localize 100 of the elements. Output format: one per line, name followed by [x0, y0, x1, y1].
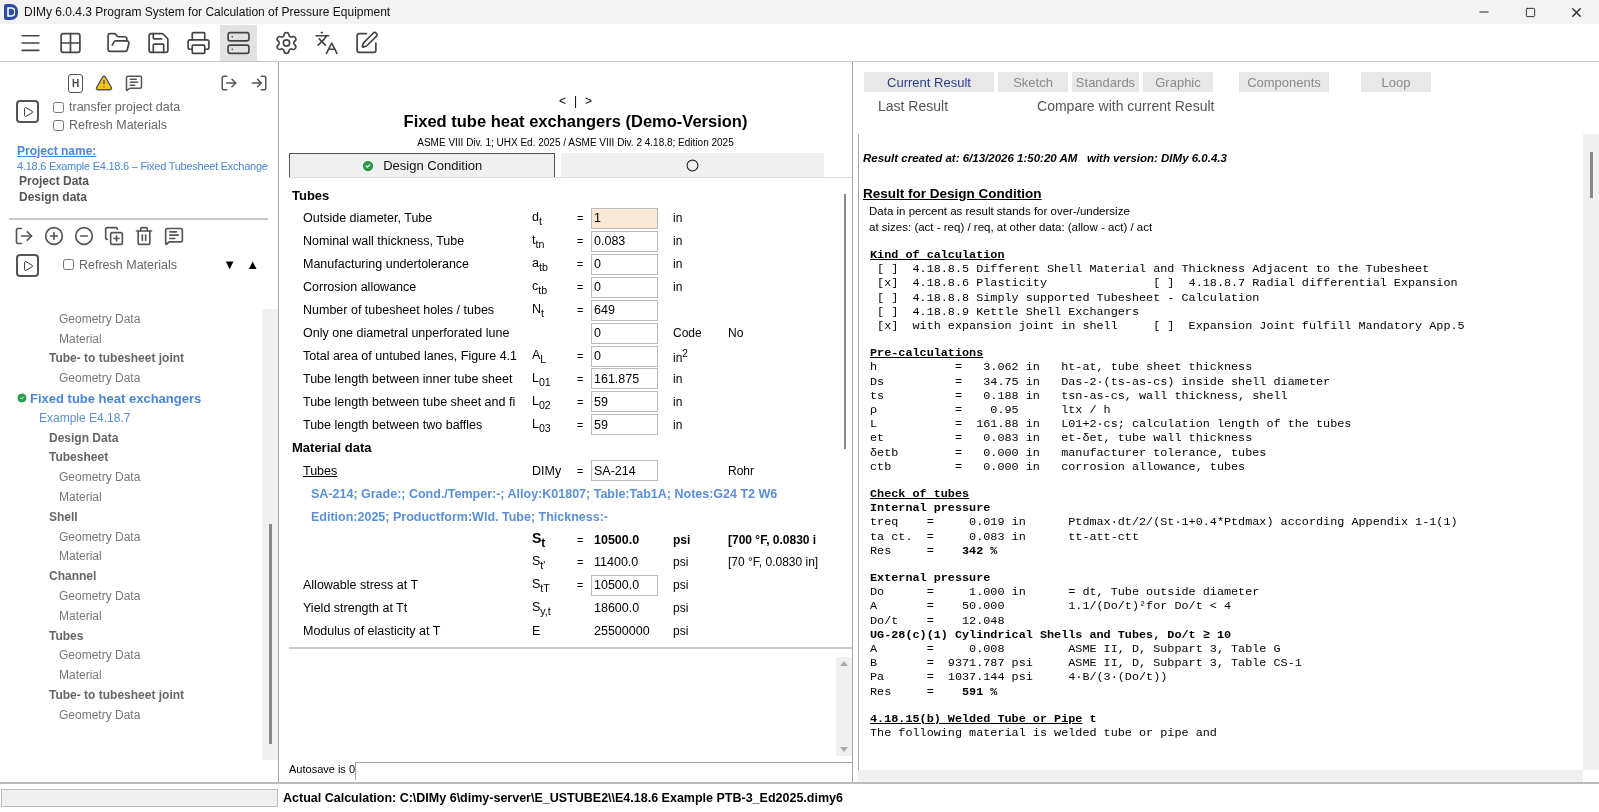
checkbox-label[interactable]: transfer project data [69, 100, 181, 114]
symbol: A$_{L}$ [532, 347, 548, 365]
unit: in [673, 394, 684, 409]
tree-item[interactable]: Material [0, 605, 262, 626]
unit: in [673, 211, 684, 226]
help-button[interactable]: H [68, 73, 83, 93]
report-heading: Check of tubes [869, 487, 971, 502]
value-field[interactable]: 1 [591, 207, 658, 229]
tree-item[interactable]: Design Data [0, 427, 262, 448]
comment-button[interactable] [125, 74, 143, 92]
value-text: 18600.0 [593, 601, 641, 616]
value-field[interactable]: 0 [591, 322, 658, 344]
tree-item[interactable]: Geometry Data [0, 645, 262, 666]
value-field[interactable]: 10500.0 [591, 574, 658, 596]
checkbox-label[interactable]: Refresh Materials [79, 257, 177, 272]
cabinet-button[interactable] [220, 24, 257, 61]
status-text: Actual Calculation: C:\DIMy 6\dimy-server\E_USTUBE2\\E4.18.6 Example PTB-3_Ed2025.dimy6 [282, 791, 843, 805]
comment-button[interactable] [164, 226, 184, 246]
report-line: The following material is welded tube or pipe and [869, 726, 1218, 741]
value-field[interactable]: 161.875 [591, 368, 658, 390]
next-button[interactable]: > [585, 94, 593, 108]
project-item[interactable]: Project Data [17, 174, 90, 188]
value-field[interactable]: 0 [591, 253, 658, 275]
tree-item[interactable]: Geometry Data [0, 704, 262, 725]
report-line: treq = 0.019 in Ptdmax·dt/2/(St·1+0.4*Ptdmax) according Appendix 1-1(1) [869, 515, 1459, 530]
remove-button[interactable] [74, 226, 94, 246]
symbol: E [532, 624, 542, 639]
material-description: Edition:2025; Productform:Wld. Tube; Thickness:- [310, 508, 609, 526]
tree-item[interactable]: Example E4.18.7 [0, 408, 262, 428]
field-label: Nominal wall thickness, Tube [303, 234, 466, 249]
report-line: A = 0.008 ASME II, D, Subpart 3, Table G [869, 642, 1282, 657]
form-title: Fixed tube heat exchangers (Demo-Version) [402, 112, 749, 131]
warning-button[interactable] [95, 74, 113, 92]
field-label: Corrosion allowance [303, 280, 418, 295]
tree-item[interactable]: Geometry Data [0, 368, 262, 389]
condition-tab[interactable]: Design Condition [289, 153, 555, 177]
value-field[interactable]: 649 [591, 299, 658, 321]
play-icon [21, 259, 34, 272]
checkbox[interactable] [63, 259, 74, 270]
equals-sign: = [577, 212, 585, 225]
project-name-link[interactable]: Project name: [17, 144, 97, 158]
tree-item[interactable]: Shell [0, 506, 262, 527]
delete-button[interactable] [134, 226, 154, 246]
field-label: Tube length between inner tube sheet [303, 372, 514, 386]
value-field[interactable]: SA-214 [591, 460, 658, 482]
equals-sign: = [577, 373, 585, 385]
checkbox[interactable] [53, 101, 64, 113]
import-button[interactable] [250, 74, 268, 92]
tree-item[interactable]: Material [0, 328, 262, 349]
value-field[interactable]: 0.083 [591, 230, 658, 252]
tree-item[interactable]: Material [0, 546, 262, 567]
run-button[interactable] [16, 100, 39, 123]
run-button[interactable] [16, 254, 39, 277]
report-line: [x] 4.18.8.6 Plasticity [ ] 4.18.8.7 Radial differential Expansion [876, 276, 1459, 291]
symbol: t$_{tn}$ [532, 232, 546, 250]
value-field[interactable]: 0 [591, 345, 658, 367]
result-tab[interactable]: Current Result [864, 72, 994, 92]
tree-item[interactable]: Geometry Data [0, 526, 262, 547]
maximize-icon [1524, 6, 1536, 18]
value-field[interactable]: 59 [591, 414, 658, 436]
previous-button[interactable]: < [558, 94, 566, 108]
result-link[interactable]: Compare with current Result [1037, 98, 1215, 114]
section-title: Tubes [291, 186, 331, 205]
checkbox[interactable] [53, 119, 64, 131]
tree-item[interactable]: Tubes [0, 625, 262, 646]
move-down-button[interactable]: ▼ [218, 257, 242, 272]
result-link[interactable]: Last Result [878, 98, 949, 114]
scrollbar[interactable] [1583, 134, 1599, 770]
tree-item[interactable]: Geometry Data [0, 309, 262, 329]
duplicate-button[interactable] [104, 226, 124, 246]
scrollbar[interactable] [858, 770, 1583, 782]
move-up-button[interactable]: ▲ [241, 257, 264, 272]
report-heading: Pre-calculations [869, 346, 985, 361]
scrollbar[interactable] [262, 309, 278, 760]
report-line: ta ct. = 0.083 in tt-att-ctt [869, 529, 1140, 544]
tree-item[interactable]: Geometry Data [0, 586, 262, 606]
tree-item[interactable]: Tube- to tubesheet joint [0, 348, 262, 369]
report-heading: Result for Design Condition [863, 186, 1043, 201]
project-title: 4.18.6 Example E4.18.6 – Fixed Tubesheet Exchange [17, 160, 268, 172]
report-line: δetb = 0.000 in manufacturer tolerance, tubes [869, 445, 1268, 460]
symbol: S$_{y,t}$ [532, 600, 552, 617]
export-button[interactable] [14, 226, 34, 246]
value-field[interactable]: 59 [591, 391, 658, 413]
project-item[interactable]: Design data [17, 190, 87, 204]
tree-item[interactable]: Material [0, 487, 262, 507]
material-link[interactable]: Tubes [303, 463, 532, 478]
tree-item[interactable]: Tubesheet [0, 447, 262, 468]
export-button[interactable] [220, 74, 238, 92]
tree-item[interactable]: Fixed tube heat exchangers [0, 388, 262, 408]
report-line: [ ] 4.18.8.5 Different Shell Material and Thickness Adjacent to the Tubesheet [876, 262, 1431, 277]
tree-item[interactable]: Tube- to tubesheet joint [0, 685, 262, 705]
trash-icon [134, 226, 154, 246]
tree-item[interactable]: Material [0, 665, 262, 686]
value-field[interactable]: 0 [591, 276, 658, 298]
checkbox-label[interactable]: Refresh Materials [69, 118, 167, 132]
tree-item[interactable]: Geometry Data [0, 467, 262, 488]
form-subtitle: ASME VIII Div. 1; UHX Ed. 2025 / ASME VIII Div. 2 4.18.8; Edition 2025 [416, 137, 735, 148]
tree-item[interactable]: Channel [0, 566, 262, 587]
note: Rohr [728, 463, 755, 478]
add-button[interactable] [44, 226, 64, 246]
